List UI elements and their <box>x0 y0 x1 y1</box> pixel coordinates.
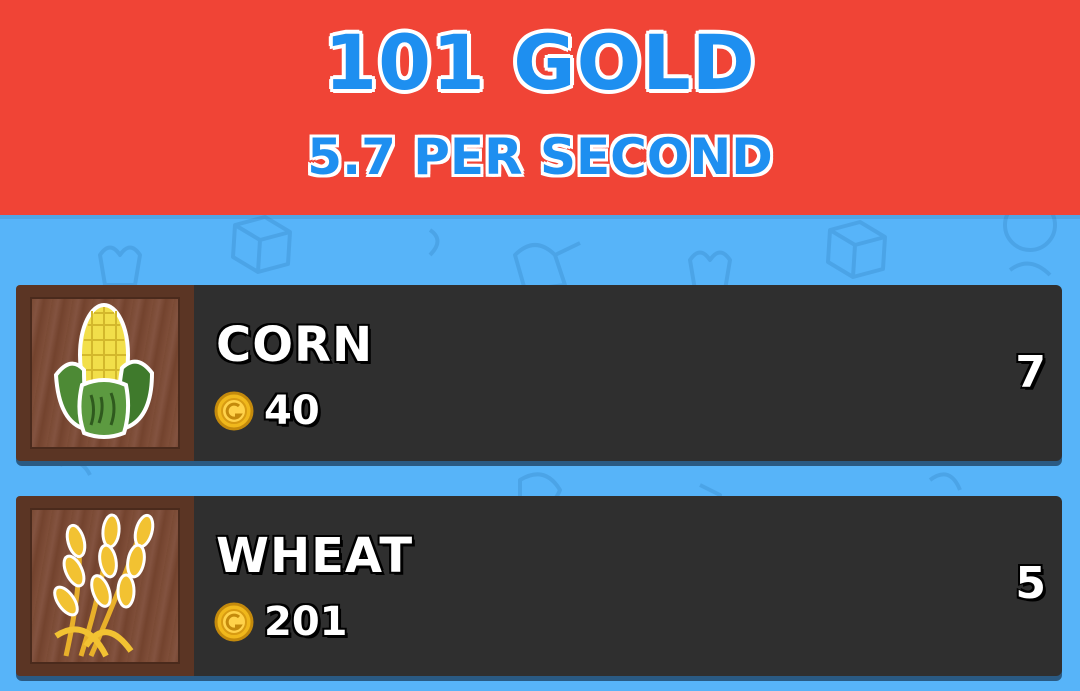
crop-price-row: 40 <box>214 388 320 434</box>
wheat-icon <box>53 513 155 658</box>
crop-thumbnail <box>16 285 194 461</box>
crop-name: WHEAT <box>216 528 414 584</box>
gold-coin-icon <box>214 391 254 431</box>
crop-price: 201 <box>264 599 348 645</box>
crop-price-row: 201 <box>214 599 348 645</box>
crop-name: CORN <box>216 317 374 373</box>
crop-thumbnail <box>16 496 194 676</box>
crop-card-wheat[interactable]: WHEAT 201 5 <box>16 496 1062 676</box>
gold-header: 101 GOLD 5.7 PER SECOND <box>0 0 1080 215</box>
crop-card-corn[interactable]: CORN 40 7 <box>16 285 1062 461</box>
corn-icon <box>53 303 155 439</box>
crop-owned-count: 5 <box>1015 558 1046 609</box>
gold-per-second: 5.7 PER SECOND <box>307 128 773 186</box>
crop-price: 40 <box>264 388 320 434</box>
gold-coin-icon <box>214 602 254 642</box>
gold-total: 101 GOLD <box>323 17 757 109</box>
crop-owned-count: 7 <box>1015 347 1046 398</box>
